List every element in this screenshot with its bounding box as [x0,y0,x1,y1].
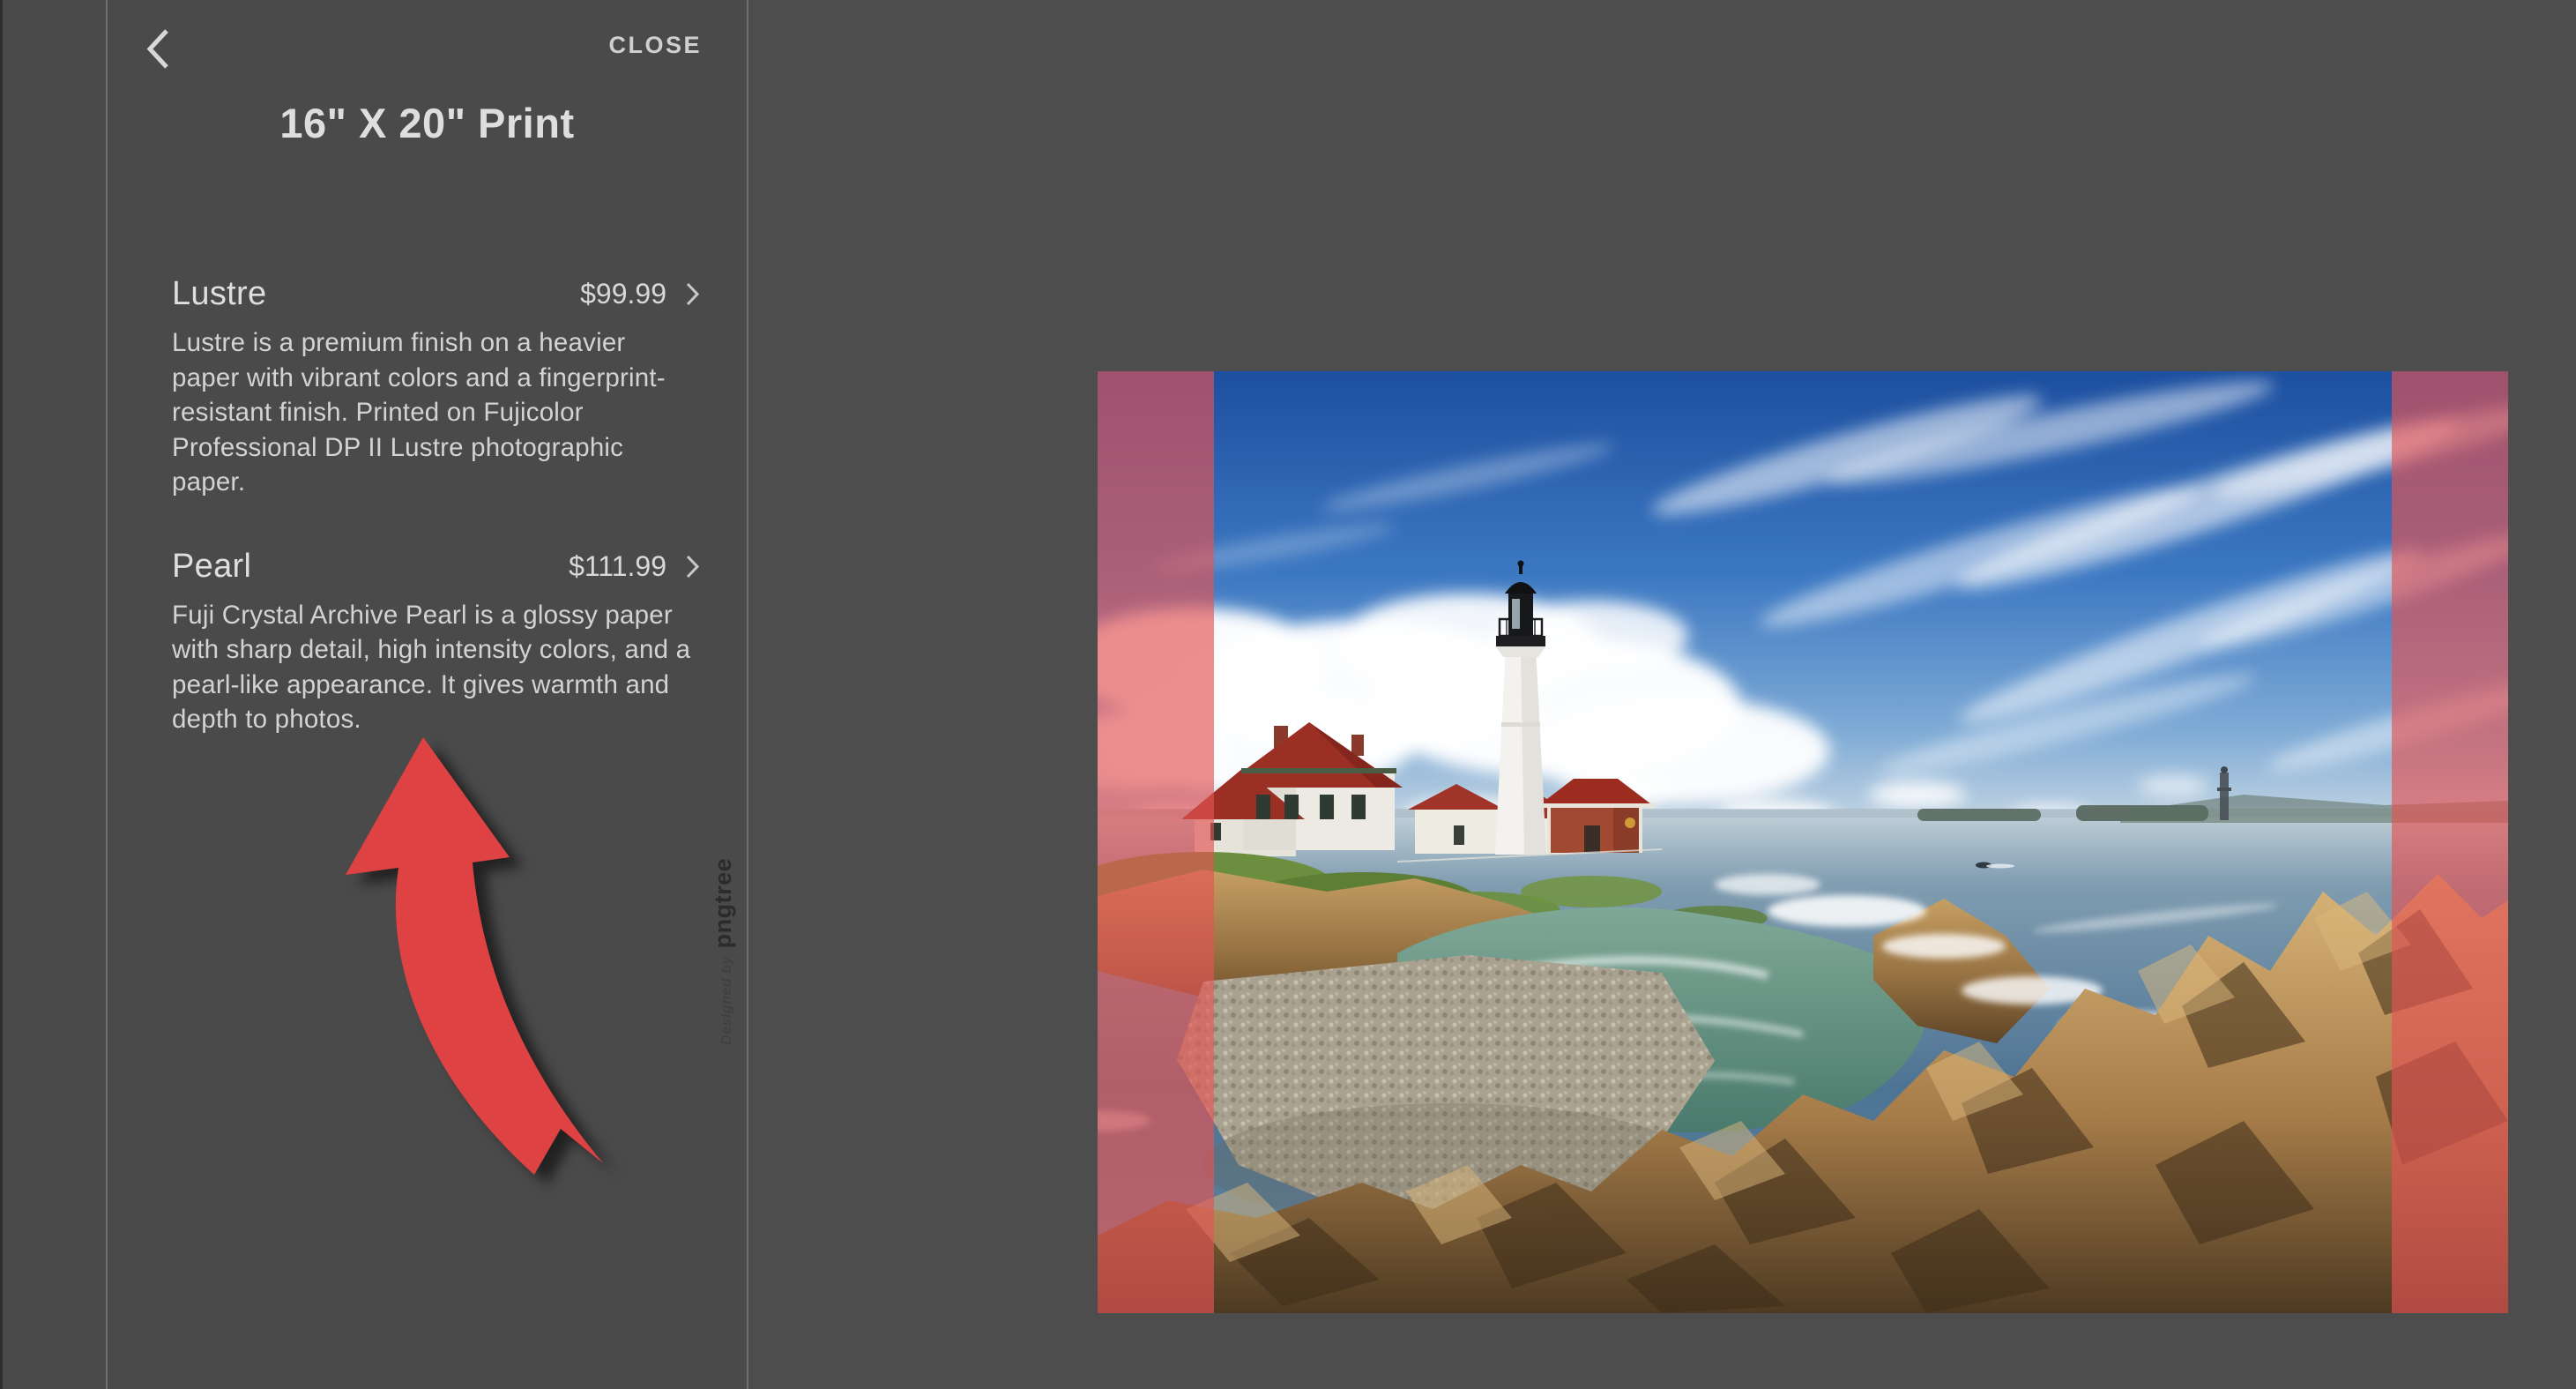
option-name: Pearl [172,548,251,586]
chevron-right-icon [686,282,699,306]
close-button[interactable]: CLOSE [608,32,702,59]
option-pearl[interactable]: Pearl $111.99 Fuji Crystal Archive Pearl… [172,548,699,737]
chevron-right-icon [686,555,699,579]
option-row: Pearl $111.99 [172,548,699,586]
chevron-left-icon [146,28,170,70]
finish-options-list: Lustre $99.99 Lustre is a premium finish… [172,275,699,737]
crop-overlay-left [1098,371,1214,1313]
option-description: Lustre is a premium finish on a heavier … [172,325,699,500]
lighthouse-photo [1098,371,2508,1313]
print-options-panel: CLOSE 16" X 20" Print Lustre $99.99 Lust… [108,0,747,1389]
option-row: Lustre $99.99 [172,275,699,313]
collapsed-left-rail [3,0,106,1389]
option-price: $99.99 [580,278,666,310]
red-arrow-graphic [339,734,638,1188]
option-description: Fuji Crystal Archive Pearl is a glossy p… [172,598,699,737]
option-price: $111.99 [569,550,666,583]
pngtree-watermark: Designed by pngtree [710,858,737,1045]
crop-overlay-right [2392,371,2508,1313]
watermark-brand: pngtree [710,858,737,949]
panel-divider-line [747,0,748,1389]
curved-up-arrow-shape [346,737,603,1175]
print-options-screen: { "panel": { "close_label": "CLOSE", "ti… [0,0,2576,1389]
option-name: Lustre [172,275,266,313]
back-button[interactable] [146,25,182,72]
option-lustre[interactable]: Lustre $99.99 Lustre is a premium finish… [172,275,699,500]
print-preview-image [1098,371,2508,1313]
watermark-prefix: Designed by [719,956,735,1045]
page-title: 16" X 20" Print [108,99,747,147]
